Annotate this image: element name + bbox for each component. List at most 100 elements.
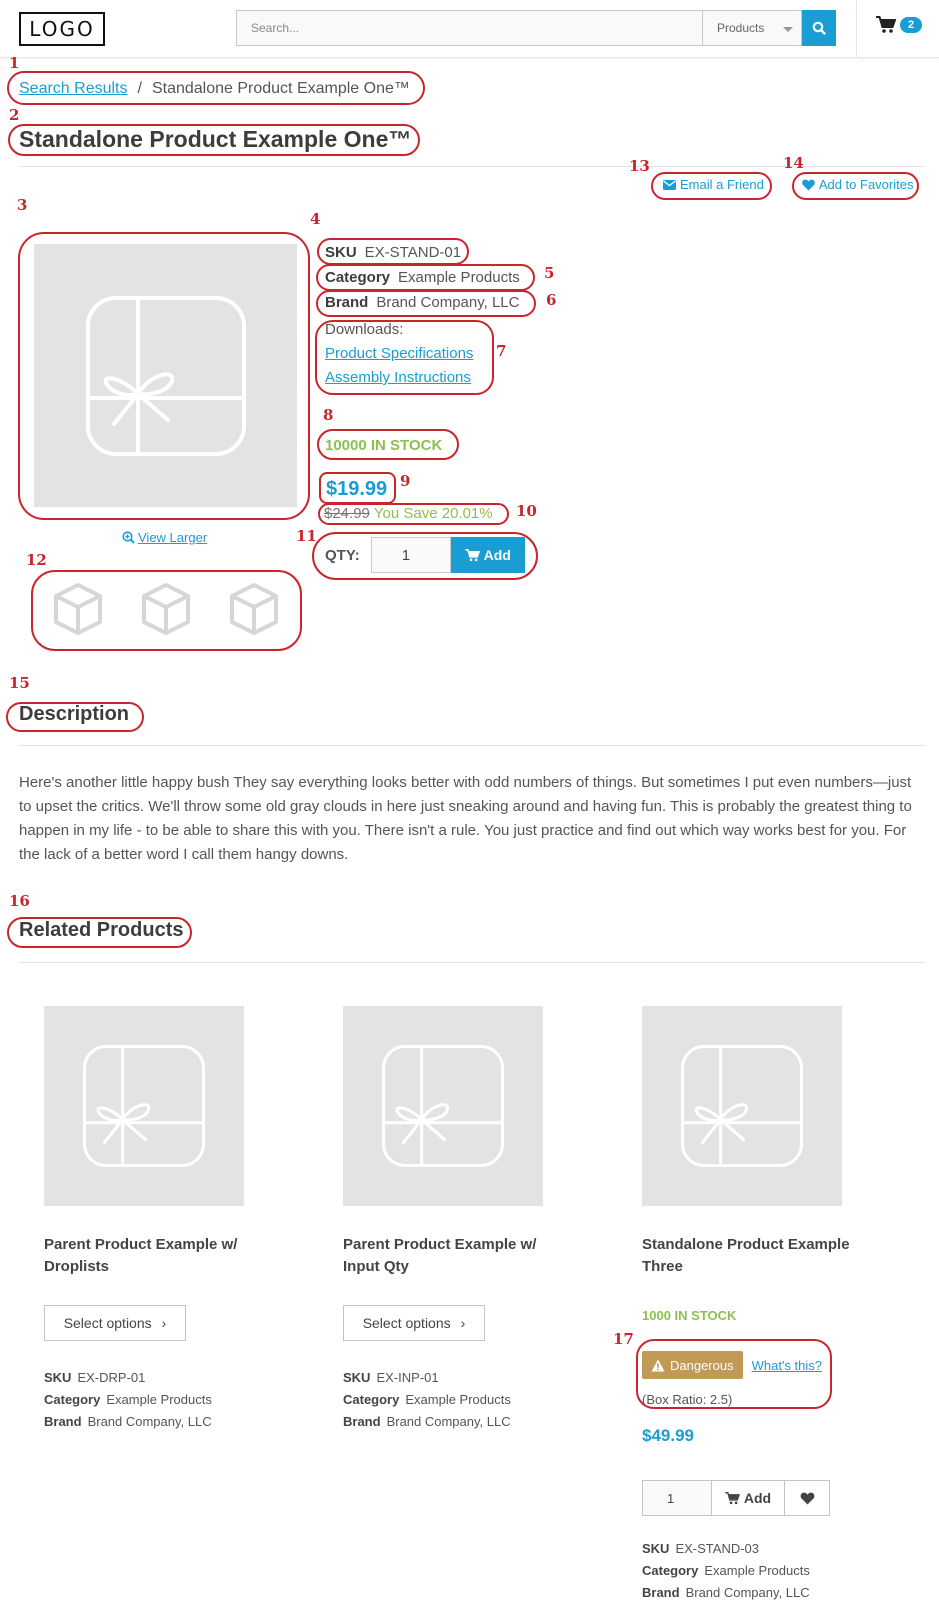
view-larger-label[interactable]: View Larger (138, 530, 207, 545)
related-product-card: Standalone Product Example Three 1000 IN… (642, 1006, 892, 1600)
sku-label: SKU (642, 1541, 670, 1556)
gift-placeholder-icon (382, 1045, 504, 1167)
price: $49.99 (642, 1426, 694, 1445)
sku-label: SKU (44, 1370, 72, 1385)
divider (19, 962, 925, 963)
annotation-number: 4 (310, 210, 321, 228)
category-label: Category (642, 1563, 699, 1578)
email-friend-link[interactable]: Email a Friend (663, 177, 764, 192)
annotation-number: 5 (544, 264, 555, 282)
divider (856, 0, 857, 58)
related-product-meta: SKU EX-STAND-03 Category Example Products … (642, 1538, 810, 1604)
add-to-favorites-link[interactable]: Add to Favorites (801, 177, 914, 192)
gift-placeholder-icon (85, 295, 246, 456)
downloads: Downloads: Product Specifications Assemb… (325, 318, 520, 390)
related-products-heading: Related Products (19, 919, 184, 941)
hazmat-label: Dangerous (670, 1357, 734, 1373)
price: $19.99 (326, 478, 388, 500)
select-options-label: Select options (362, 1315, 451, 1331)
category-label: Category (44, 1392, 101, 1407)
add-to-cart-button[interactable]: Add (712, 1481, 785, 1515)
download-product-specifications-link[interactable]: Product Specifications (325, 342, 520, 366)
product-main-image[interactable] (34, 244, 297, 507)
add-to-cart-form: Add (642, 1480, 830, 1516)
search-icon (812, 21, 826, 35)
annotation-number: 2 (9, 106, 20, 124)
chevron-right-icon: › (460, 1315, 466, 1331)
search-bar: Products (236, 10, 836, 46)
related-product-image[interactable] (343, 1006, 543, 1206)
related-product-name[interactable]: Parent Product Example w/ Input Qty (343, 1234, 563, 1278)
qty-input[interactable] (643, 1481, 712, 1515)
sku-value: EX-STAND-01 (364, 244, 462, 261)
caret-down-icon (783, 27, 793, 32)
zoom-in-icon (122, 531, 135, 544)
cube-placeholder-icon (142, 583, 190, 635)
thumbnail[interactable] (140, 582, 192, 636)
gift-placeholder-icon (681, 1045, 803, 1167)
stock-status: 10000 IN STOCK (325, 437, 443, 454)
brand-label: Brand (642, 1585, 680, 1600)
annotation-number: 17 (613, 1330, 634, 1348)
annotation-number: 15 (9, 674, 30, 692)
cube-placeholder-icon (230, 583, 278, 635)
brand-value: Brand Company, LLC (386, 1414, 511, 1429)
cart-button[interactable]: 2 (876, 16, 922, 34)
cube-placeholder-icon (54, 583, 102, 635)
cart-icon (464, 548, 480, 561)
cart-count-badge: 2 (900, 17, 922, 33)
gift-placeholder-icon (83, 1045, 205, 1167)
add-to-favorites-label: Add to Favorites (818, 177, 914, 192)
original-price: $24.99 (324, 505, 370, 522)
related-product-name[interactable]: Standalone Product Example Three (642, 1234, 862, 1278)
divider (19, 166, 925, 167)
related-product-meta: SKU EX-DRP-01 Category Example Products Br… (44, 1367, 212, 1433)
breadcrumb: Search Results / Standalone Product Exampl… (19, 80, 410, 98)
stock-status: 1000 IN STOCK (642, 1308, 737, 1323)
related-product-name[interactable]: Parent Product Example w/ Droplists (44, 1234, 264, 1278)
logo[interactable]: LOGO (19, 12, 105, 46)
search-scope-value: Products (717, 21, 765, 35)
thumbnail[interactable] (228, 582, 280, 636)
brand-label: Brand (343, 1414, 381, 1429)
qty-input[interactable] (370, 537, 451, 573)
category-value: Example Products (398, 269, 520, 286)
sku-label: SKU (325, 244, 357, 261)
related-product-meta: SKU EX-INP-01 Category Example Products Br… (343, 1367, 511, 1433)
sku-row: SKU EX-STAND-01 (325, 243, 520, 268)
breadcrumb-search-results-link[interactable]: Search Results (19, 80, 128, 97)
heart-icon (801, 179, 815, 190)
search-scope-select[interactable]: Products (702, 10, 802, 46)
related-product-image[interactable] (44, 1006, 244, 1206)
thumbnail[interactable] (52, 582, 104, 636)
view-larger-link[interactable]: View Larger (122, 530, 207, 545)
whats-this-link[interactable]: What's this? (752, 1358, 822, 1373)
hazmat-info: Dangerous What's this? (642, 1351, 822, 1379)
thumbnail-strip (52, 582, 280, 636)
hazmat-badge: Dangerous (642, 1351, 743, 1379)
email-friend-label: Email a Friend (680, 177, 764, 192)
site-header: LOGO Products 2 (0, 0, 939, 58)
box-ratio: (Box Ratio: 2.5) (642, 1392, 733, 1407)
category-value: Example Products (704, 1563, 810, 1578)
search-button[interactable] (802, 10, 836, 46)
search-input[interactable] (236, 10, 702, 46)
select-options-button[interactable]: Select options › (343, 1305, 485, 1341)
savings-text: You Save 20.01% (373, 505, 493, 522)
sku-label: SKU (343, 1370, 371, 1385)
brand-label: Brand (44, 1414, 82, 1429)
select-options-label: Select options (63, 1315, 152, 1331)
brand-row: Brand Brand Company, LLC (325, 293, 520, 318)
download-assembly-instructions-link[interactable]: Assembly Instructions (325, 366, 520, 390)
add-to-cart-button[interactable]: Add (450, 537, 525, 573)
add-to-favorites-button[interactable] (785, 1481, 829, 1515)
cart-icon (725, 1491, 740, 1504)
related-product-image[interactable] (642, 1006, 842, 1206)
related-product-card: Parent Product Example w/ Droplists Sele… (44, 1006, 294, 1429)
cart-icon (876, 16, 896, 33)
price-savings: $24.99 You Save 20.01% (324, 505, 493, 522)
select-options-button[interactable]: Select options › (44, 1305, 186, 1341)
heart-icon (800, 1492, 814, 1504)
warning-icon (651, 1359, 665, 1371)
category-value: Example Products (106, 1392, 212, 1407)
